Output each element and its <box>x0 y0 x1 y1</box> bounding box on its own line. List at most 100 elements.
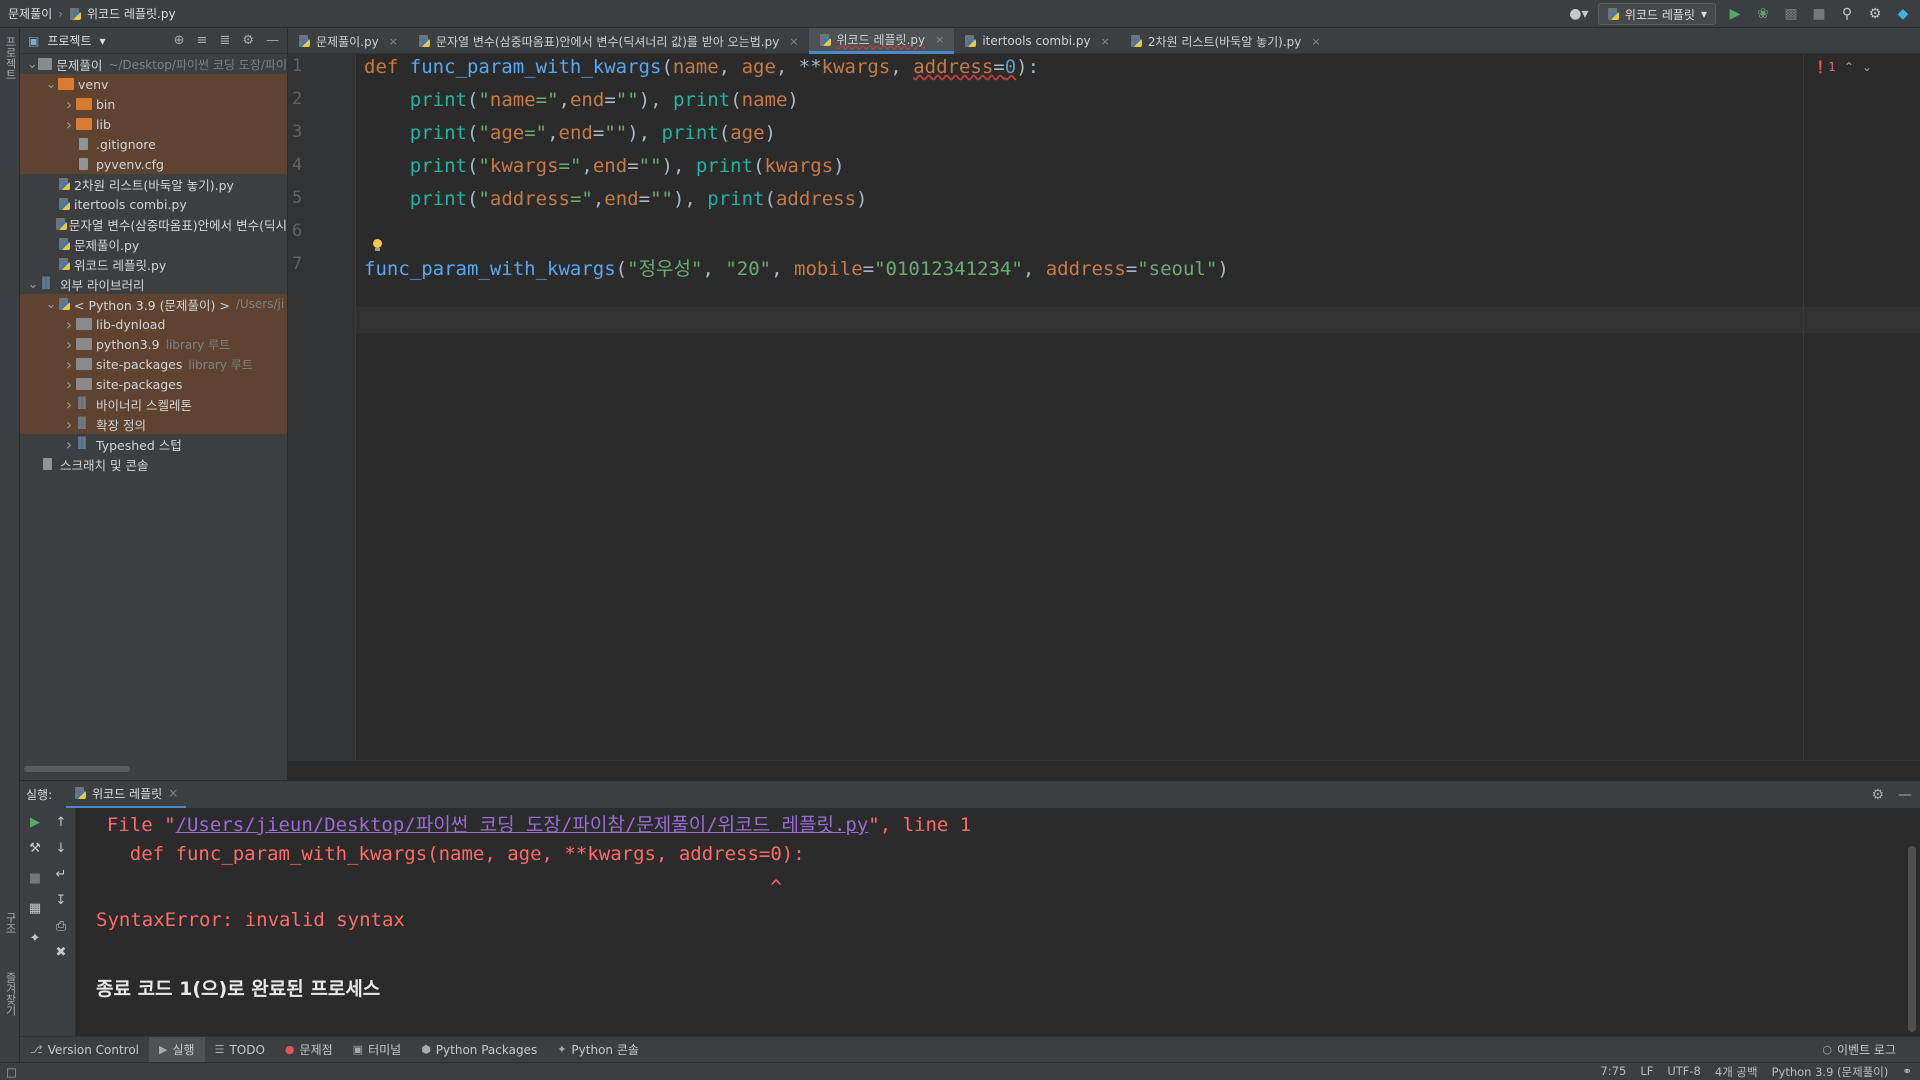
code-line[interactable]: print("kwargs=",end=""), print(kwargs) <box>364 155 845 177</box>
expand-all-icon[interactable]: ≡ <box>197 33 208 48</box>
pycharm-logo-icon[interactable]: ◆ <box>1894 5 1912 23</box>
chevron-right-icon[interactable]: › <box>62 415 76 434</box>
favorites-tool-label[interactable]: 즐겨찾기 <box>2 972 18 1016</box>
tool-window-button[interactable]: ✦ Python 콘솔 <box>547 1037 649 1063</box>
pin-icon[interactable]: ✦ <box>26 930 44 948</box>
tree-item[interactable]: › bin <box>20 94 287 114</box>
tree-item[interactable]: › site-packages library 루트 <box>20 354 287 374</box>
close-icon[interactable]: × <box>389 35 398 48</box>
lightbulb-icon[interactable] <box>372 239 382 251</box>
tree-item[interactable]: ⌄ venv <box>20 74 287 94</box>
breadcrumb-project[interactable]: 문제풀이 <box>8 5 52 22</box>
tree-item[interactable]: › Typeshed 스텁 <box>20 434 287 454</box>
editor-tab[interactable]: 2차원 리스트(바둑알 놓기).py × <box>1120 28 1331 54</box>
chevron-down-icon[interactable]: ⌄ <box>44 77 58 92</box>
print-icon[interactable]: ⎙ <box>52 918 70 936</box>
run-console[interactable]: File "/Users/jieun/Desktop/파이썬 코딩 도장/파이참… <box>76 808 1920 1036</box>
locate-icon[interactable]: ⊕ <box>174 33 185 48</box>
lock-icon[interactable]: ⚭ <box>1902 1064 1912 1080</box>
trash-icon[interactable]: ✖ <box>52 944 70 962</box>
project-tool-label[interactable]: 프로젝트 <box>2 36 18 80</box>
tool-window-button[interactable]: ▶ 실행 <box>149 1036 205 1063</box>
chevron-right-icon[interactable]: › <box>62 395 76 414</box>
run-icon[interactable]: ▶ <box>1726 5 1744 23</box>
chevron-right-icon[interactable]: › <box>62 95 76 114</box>
code-editor[interactable]: 1 2 3 4 5 6 7 ❗1 ⌃ ⌄ def func_param_with_kwarg… <box>288 54 1920 760</box>
editor-horizontal-scroll[interactable] <box>288 760 1920 780</box>
tool-window-button[interactable]: ▣ 터미널 <box>343 1037 412 1063</box>
code-line[interactable]: print("age=",end=""), print(age) <box>364 122 776 144</box>
stop-icon[interactable]: ■ <box>1810 5 1828 23</box>
wrench-icon[interactable]: ⚒ <box>26 840 44 858</box>
event-log-button[interactable]: ○ 이벤트 로그 <box>1812 1037 1906 1063</box>
arrow-up-icon[interactable]: ↑ <box>52 814 70 832</box>
chevron-down-icon[interactable]: ⌄ <box>26 57 38 72</box>
close-icon[interactable]: × <box>789 35 798 48</box>
tree-item[interactable]: ⌄ 문제풀이 ~/Desktop/파이썬 코딩 도장/파이 <box>20 54 287 74</box>
interpreter-selector[interactable]: Python 3.9 (문제풀이) <box>1772 1064 1889 1080</box>
horizontal-scrollbar[interactable] <box>24 766 130 772</box>
gear-icon[interactable]: ⚙ <box>242 33 254 48</box>
gear-icon[interactable]: ⚙ <box>1866 5 1884 23</box>
tree-item[interactable]: › site-packages <box>20 374 287 394</box>
tree-item[interactable]: itertools combi.py <box>20 194 287 214</box>
scroll-to-end-icon[interactable]: ↧ <box>52 892 70 910</box>
tree-item[interactable]: 스크래치 및 콘솔 <box>20 454 287 474</box>
tree-item[interactable]: 문자열 변수(삼중따옴표)안에서 변수(딕시 <box>20 214 287 234</box>
close-icon[interactable]: × <box>168 786 178 800</box>
rerun-icon[interactable]: ▶ <box>26 814 44 832</box>
tree-item[interactable]: › 확장 정의 <box>20 414 287 434</box>
run-tab[interactable]: 위코드 레플릿 × <box>66 781 187 809</box>
run-config-dropdown[interactable]: 위코드 레플릿 ▾ <box>1597 3 1716 25</box>
chevron-down-icon[interactable]: ⌄ <box>26 277 40 292</box>
search-icon[interactable]: ⚲ <box>1838 5 1856 23</box>
chevron-right-icon[interactable]: › <box>62 435 76 454</box>
close-icon[interactable]: × <box>1311 35 1320 48</box>
tool-window-button[interactable]: ● 문제점 <box>275 1037 343 1063</box>
chevron-down-icon[interactable]: ▾ <box>100 34 106 48</box>
minimize-icon[interactable]: — <box>266 33 279 48</box>
close-icon[interactable]: × <box>1101 35 1110 48</box>
editor-tab[interactable]: 문제풀이.py × <box>288 28 408 54</box>
tree-item[interactable]: › lib <box>20 114 287 134</box>
code-line[interactable]: print("name=",end=""), print(name) <box>364 89 799 111</box>
structure-tool-label[interactable]: 구조 <box>2 912 18 934</box>
tree-item[interactable]: › 바이너리 스켈레톤 <box>20 394 287 414</box>
collapse-all-icon[interactable]: ≣ <box>219 33 230 48</box>
gear-icon[interactable]: ⚙ <box>1871 787 1884 803</box>
inspection-widget[interactable]: ❗1 ⌃ ⌄ <box>1813 60 1872 74</box>
tree-item[interactable]: pyvenv.cfg <box>20 154 287 174</box>
tree-item[interactable]: ⌄ 외부 라이브러리 <box>20 274 287 294</box>
chevron-right-icon[interactable]: › <box>62 335 76 354</box>
chevron-down-icon[interactable]: ⌄ <box>44 297 58 312</box>
code-line[interactable]: def func_param_with_kwargs(name, age, **… <box>364 56 1039 78</box>
breadcrumb-file[interactable]: 위코드 레플릿.py <box>87 5 176 22</box>
toggle-tool-windows-icon[interactable]: □ <box>6 1065 17 1079</box>
chevron-right-icon[interactable]: › <box>62 355 76 374</box>
tree-item[interactable]: .gitignore <box>20 134 287 154</box>
editor-tab[interactable]: itertools combi.py × <box>954 28 1119 54</box>
chevron-right-icon[interactable]: › <box>62 115 76 134</box>
tree-item[interactable]: › python3.9 library 루트 <box>20 334 287 354</box>
editor-tab[interactable]: 문자열 변수(삼중따옴표)안에서 변수(딕셔너리 값)를 받아 오는법.py × <box>408 28 809 54</box>
tree-item[interactable]: 위코드 레플릿.py <box>20 254 287 274</box>
user-icon[interactable]: ●▾ <box>1569 5 1588 23</box>
caret-position[interactable]: 7:75 <box>1600 1064 1626 1080</box>
close-icon[interactable]: × <box>935 33 944 46</box>
editor-tab[interactable]: 위코드 레플릿.py × <box>808 28 955 54</box>
debug-icon[interactable]: ❀ <box>1754 5 1772 23</box>
tree-item[interactable]: 문제풀이.py <box>20 234 287 254</box>
tree-item[interactable]: 2차원 리스트(바둑알 놓기).py <box>20 174 287 194</box>
indent-setting[interactable]: 4개 공백 <box>1715 1064 1758 1080</box>
tree-item[interactable]: › lib-dynload <box>20 314 287 334</box>
project-panel-title[interactable]: 프로젝트 <box>47 32 91 49</box>
tool-window-button[interactable]: ☰ TODO <box>205 1037 275 1063</box>
chevron-up-icon[interactable]: ⌃ <box>1844 60 1854 74</box>
coverage-icon[interactable]: ▩ <box>1782 5 1800 23</box>
arrow-down-icon[interactable]: ↓ <box>52 840 70 858</box>
code-line[interactable]: func_param_with_kwargs("정우성", "20", mobi… <box>364 254 1229 281</box>
chevron-right-icon[interactable]: › <box>62 375 76 394</box>
minimize-icon[interactable]: — <box>1898 787 1912 803</box>
vertical-scrollbar[interactable] <box>1908 808 1916 1036</box>
tool-window-button[interactable]: ⎇ Version Control <box>20 1037 149 1063</box>
